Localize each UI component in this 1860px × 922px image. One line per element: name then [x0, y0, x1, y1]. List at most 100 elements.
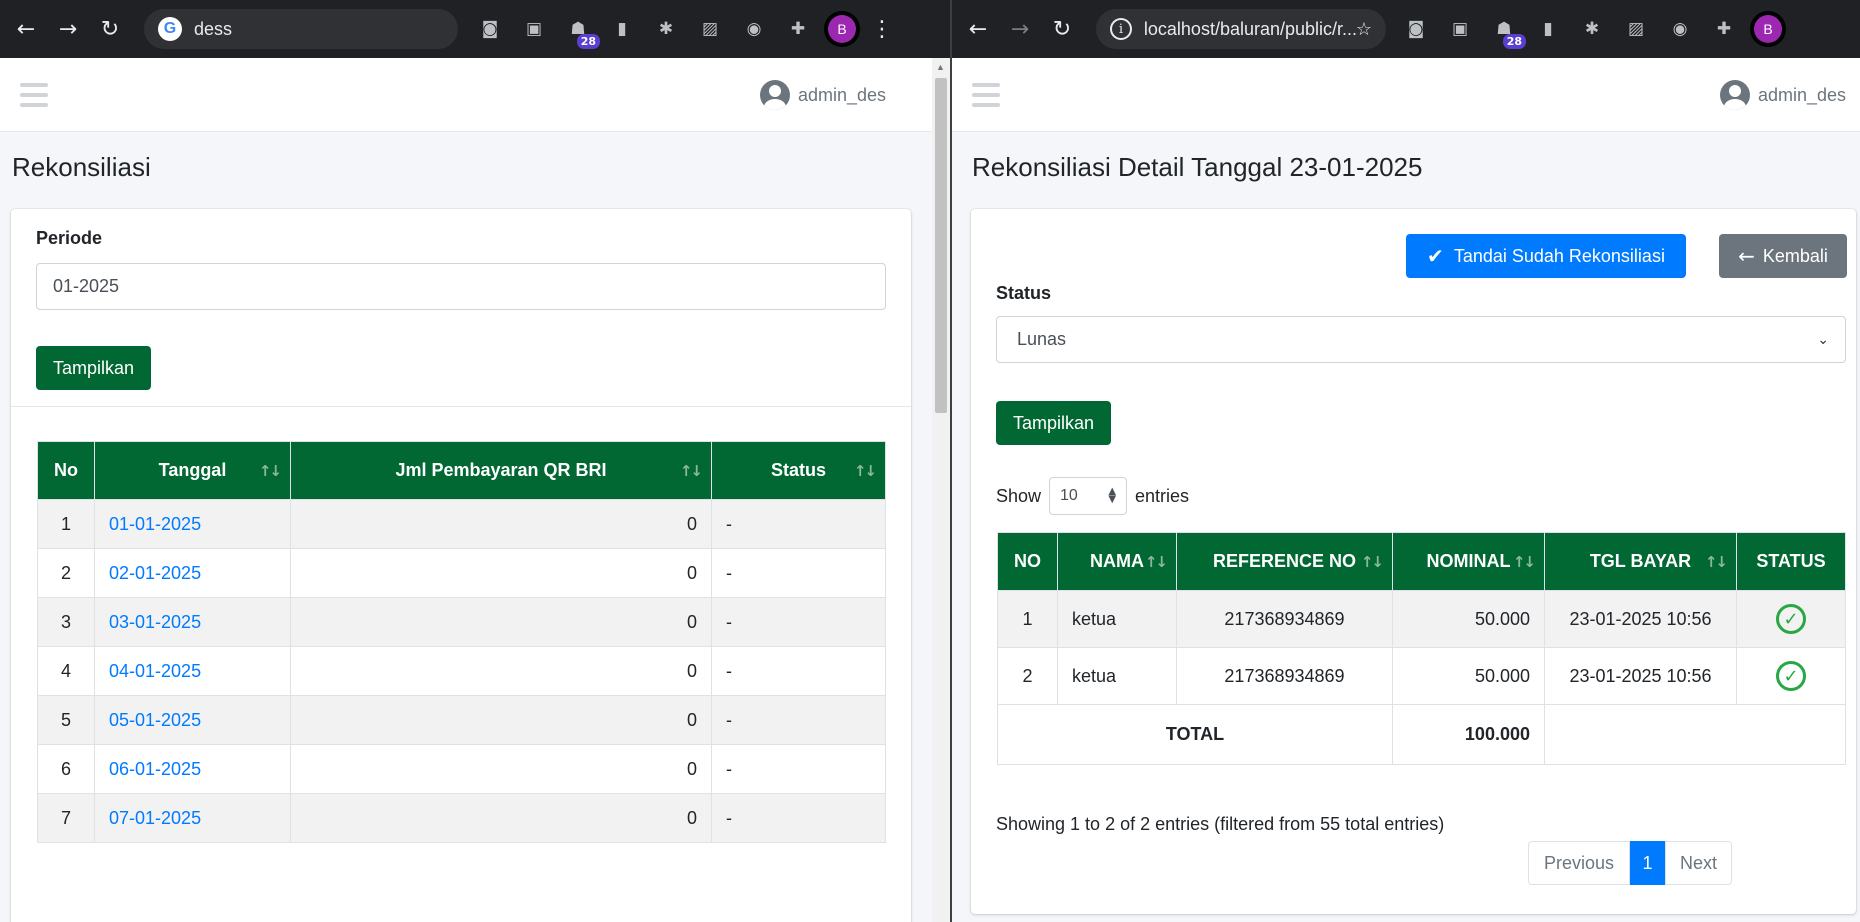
col-name[interactable]: NAMA ↑↓: [1057, 532, 1177, 591]
card-divider: [11, 406, 911, 407]
col-reference[interactable]: REFERENCE NO ↑↓: [1176, 532, 1393, 591]
forward-icon[interactable]: →: [1002, 11, 1038, 47]
date-link[interactable]: 03-01-2025: [109, 612, 201, 632]
reload-icon[interactable]: ↻: [92, 11, 128, 47]
right-browser-toolbar: ← → ↻ i localhost/baluran/public/r... ☆ …: [952, 0, 1860, 58]
page-1-button[interactable]: 1: [1630, 841, 1665, 885]
address-text: localhost/baluran/public/r...: [1143, 18, 1356, 39]
table-row: 4 04-01-2025 0-: [37, 646, 886, 696]
row-status: -: [711, 499, 886, 549]
check-circle-icon: ✓: [1776, 604, 1806, 634]
col-status[interactable]: Status ↑↓: [711, 441, 886, 500]
site-info-icon[interactable]: i: [1110, 18, 1132, 40]
col-amount-label: Jml Pembayaran QR BRI: [395, 460, 607, 480]
row-status: -: [711, 548, 886, 598]
detail-card: ✔ Tandai Sudah Rekonsiliasi ← Kembali St…: [971, 209, 1856, 914]
entries-length: Show 10 ▲ ▼ entries: [996, 477, 1189, 515]
row-amount: 0: [290, 646, 712, 696]
date-link[interactable]: 07-01-2025: [109, 808, 201, 828]
col-amount[interactable]: Jml Pembayaran QR BRI ↑↓: [290, 441, 712, 500]
image-icon[interactable]: ▨: [696, 15, 724, 43]
show-button[interactable]: Tampilkan: [36, 346, 151, 390]
bug-icon[interactable]: ✱: [652, 15, 680, 43]
date-link[interactable]: 06-01-2025: [109, 759, 201, 779]
bookmark-star-icon[interactable]: ☆: [1356, 19, 1372, 40]
col-nominal[interactable]: NOMINAL ↑↓: [1392, 532, 1545, 591]
address-bar[interactable]: i localhost/baluran/public/r... ☆: [1096, 9, 1386, 49]
camera-icon[interactable]: ◙: [476, 15, 504, 43]
row-nominal: 50.000: [1392, 590, 1545, 648]
col-no: No: [37, 441, 95, 500]
col-date[interactable]: Tanggal ↑↓: [94, 441, 291, 500]
pocket-icon[interactable]: ◉: [1666, 15, 1694, 43]
scroll-up-icon[interactable]: ▲: [936, 62, 945, 72]
row-date-cell: 02-01-2025: [94, 548, 291, 598]
row-date-cell: 07-01-2025: [94, 793, 291, 843]
col-reference-label: REFERENCE NO: [1212, 551, 1356, 571]
row-status: -: [711, 646, 886, 696]
show-button[interactable]: Tampilkan: [996, 401, 1111, 445]
row-no: 1: [37, 499, 95, 549]
username: admin_des: [1758, 84, 1847, 105]
total-value: 100.000: [1392, 704, 1545, 765]
row-status: -: [711, 695, 886, 745]
table-row: 5 05-01-2025 0-: [37, 695, 886, 745]
pocket-icon[interactable]: ◉: [740, 15, 768, 43]
table-info: Showing 1 to 2 of 2 entries (filtered fr…: [996, 814, 1445, 834]
previous-button[interactable]: Previous: [1528, 841, 1630, 885]
col-status-label: Status: [770, 460, 826, 480]
extension-icon[interactable]: ☗ 28: [564, 15, 600, 49]
back-icon[interactable]: ←: [960, 11, 996, 47]
scrollbar-thumb[interactable]: [935, 78, 947, 413]
screen-capture-icon[interactable]: ▣: [1446, 15, 1474, 43]
date-link[interactable]: 01-01-2025: [109, 514, 201, 534]
docs-icon[interactable]: ▮: [608, 15, 636, 43]
table-row: 2 ketua 217368934869 50.000 23-01-2025 10:56…: [997, 647, 1846, 705]
back-button[interactable]: ← Kembali: [1719, 234, 1847, 278]
hamburger-icon[interactable]: [972, 83, 1000, 113]
col-pay-date-label: TGL BAYAR: [1589, 551, 1692, 571]
camera-icon[interactable]: ◙: [1402, 15, 1430, 43]
status-selected-value: Lunas: [1017, 329, 1067, 349]
image-icon[interactable]: ▨: [1622, 15, 1650, 43]
screen-capture-icon[interactable]: ▣: [520, 15, 548, 43]
profile-avatar[interactable]: B: [1754, 15, 1782, 43]
show-suffix: entries: [1135, 485, 1190, 506]
row-amount: 0: [290, 793, 712, 843]
next-button[interactable]: Next: [1665, 841, 1732, 885]
date-link[interactable]: 05-01-2025: [109, 710, 201, 730]
reload-icon[interactable]: ↻: [1044, 11, 1080, 47]
detail-table: NO NAMA ↑↓ REFERENCE NO ↑↓ NOMINAL ↑↓ TGL B…: [997, 532, 1846, 765]
row-no: 2: [37, 548, 95, 598]
date-link[interactable]: 02-01-2025: [109, 563, 201, 583]
back-icon[interactable]: ←: [8, 11, 44, 47]
puzzle-icon[interactable]: ✚: [784, 15, 812, 43]
period-input[interactable]: 01-2025: [36, 263, 886, 310]
col-pay-date[interactable]: TGL BAYAR ↑↓: [1544, 532, 1737, 591]
menu-dots-icon[interactable]: ⋮: [864, 11, 900, 47]
back-label: Kembali: [1762, 245, 1828, 266]
col-name-label: NAMA: [1090, 551, 1144, 571]
row-no: 3: [37, 597, 95, 647]
puzzle-icon[interactable]: ✚: [1710, 15, 1738, 43]
table-row: 3 03-01-2025 0-: [37, 597, 886, 647]
mark-reconciled-button[interactable]: ✔ Tandai Sudah Rekonsiliasi: [1406, 234, 1686, 278]
hamburger-icon[interactable]: [20, 83, 48, 113]
user-menu[interactable]: admin_des: [760, 80, 886, 110]
address-bar[interactable]: G dess: [144, 9, 458, 49]
docs-icon[interactable]: ▮: [1534, 15, 1562, 43]
forward-icon[interactable]: →: [50, 11, 86, 47]
address-text: dess: [194, 18, 233, 39]
scrollbar[interactable]: ▲: [932, 58, 950, 922]
entries-select[interactable]: 10 ▲ ▼: [1049, 477, 1128, 515]
bug-icon[interactable]: ✱: [1578, 15, 1606, 43]
date-link[interactable]: 04-01-2025: [109, 661, 201, 681]
sort-icon: ↑↓: [1512, 552, 1536, 571]
extension-icon[interactable]: ☗ 28: [1490, 15, 1526, 49]
profile-avatar[interactable]: B: [828, 15, 856, 43]
entries-value: 10: [1060, 487, 1078, 504]
status-select[interactable]: Lunas ⌄: [996, 316, 1846, 363]
page-title: Rekonsiliasi: [12, 152, 151, 182]
username: admin_des: [798, 84, 887, 105]
user-menu[interactable]: admin_des: [1720, 80, 1846, 110]
